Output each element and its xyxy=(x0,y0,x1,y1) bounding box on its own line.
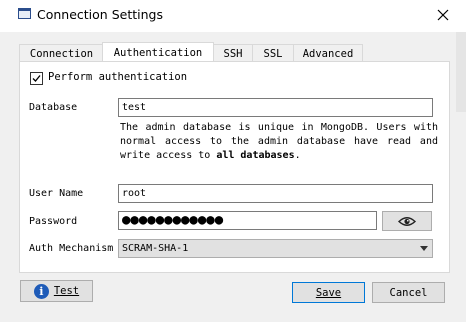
test-button[interactable]: i Test xyxy=(20,280,93,302)
auth-mechanism-select[interactable]: SCRAM-SHA-1 xyxy=(118,239,433,258)
eye-icon xyxy=(398,216,416,226)
save-button-label: Save xyxy=(315,286,342,299)
test-button-label: Test xyxy=(53,285,80,297)
show-password-button[interactable] xyxy=(382,211,432,231)
tab-label: SSL xyxy=(263,48,283,60)
description-bold: all databases xyxy=(216,150,295,161)
perform-authentication-checkbox[interactable] xyxy=(30,72,43,85)
auth-mechanism-value: SCRAM-SHA-1 xyxy=(122,243,189,254)
window-title: Connection Settings xyxy=(37,7,163,22)
username-field[interactable]: root xyxy=(118,184,433,203)
chevron-down-icon xyxy=(420,246,428,251)
cancel-button[interactable]: Cancel xyxy=(372,282,445,303)
close-icon xyxy=(437,9,449,21)
password-label: Password xyxy=(29,216,78,227)
database-field[interactable]: test xyxy=(118,98,433,117)
database-label: Database xyxy=(29,102,78,113)
cancel-button-label: Cancel xyxy=(389,286,428,299)
checkmark-icon xyxy=(32,75,41,82)
tab-authentication[interactable]: Authentication xyxy=(102,42,214,63)
password-field[interactable]: ●●●●●●●●●●●● xyxy=(118,211,377,230)
password-mask: ●●●●●●●●●●●● xyxy=(122,212,224,228)
username-label: User Name xyxy=(29,188,84,199)
info-icon: i xyxy=(33,283,49,299)
auth-mechanism-label: Auth Mechanism xyxy=(29,243,114,254)
window-icon xyxy=(18,8,31,19)
description-end: . xyxy=(294,150,301,161)
admin-database-description: The admin database is unique in MongoDB.… xyxy=(120,121,438,163)
close-button[interactable] xyxy=(427,0,459,30)
save-button[interactable]: Save xyxy=(292,282,365,303)
tab-label: SSH xyxy=(223,48,243,60)
tab-label: Authentication xyxy=(113,47,203,59)
perform-authentication-label: Perform authentication xyxy=(48,71,188,83)
title-bar: Connection Settings xyxy=(0,0,466,32)
tab-label: Advanced xyxy=(302,48,354,60)
background-window-edge xyxy=(456,32,466,112)
tab-label: Connection xyxy=(29,48,94,60)
